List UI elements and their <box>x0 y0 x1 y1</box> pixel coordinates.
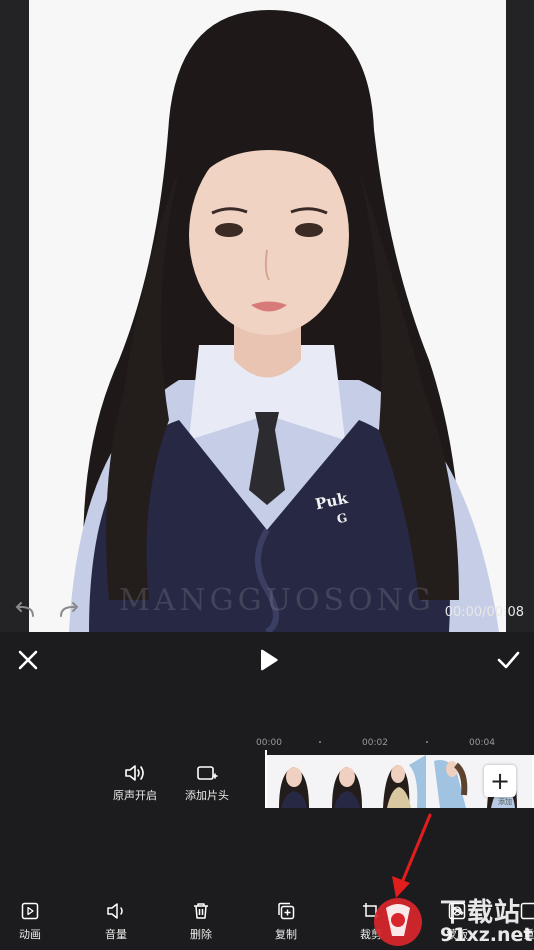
portrait-photo: Puk G MANGGUOSONG <box>29 0 506 632</box>
check-icon[interactable] <box>496 648 520 672</box>
tool-label: 音量 <box>105 928 127 941</box>
ruler-label: 00:02 <box>362 738 388 748</box>
play-icon[interactable] <box>256 648 280 672</box>
tool-copy[interactable]: 复制 <box>262 902 310 942</box>
clip-thumbnail <box>267 755 320 808</box>
add-intro-button[interactable]: 添加片头 <box>177 764 237 803</box>
clip-thumbnail <box>373 755 426 808</box>
tool-label: 复制 <box>275 928 297 941</box>
add-intro-icon <box>197 766 218 780</box>
copy-icon <box>278 902 295 920</box>
close-icon[interactable] <box>16 648 40 672</box>
side-tool-label: 添加片头 <box>185 789 229 802</box>
redo-icon[interactable] <box>57 600 81 620</box>
clip-thumbnail <box>320 755 373 808</box>
side-tool-label: 原声开启 <box>113 789 157 802</box>
undo-icon[interactable] <box>13 600 37 620</box>
site-logo-url: 91xz.net <box>440 924 533 946</box>
clip-thumbnail <box>426 755 479 808</box>
trash-icon <box>194 903 208 919</box>
add-clip-caption: 添加 <box>498 798 512 806</box>
tool-label: 动画 <box>19 928 41 941</box>
tool-animation[interactable]: 动画 <box>6 902 54 942</box>
timecode: 00:00/00:08 <box>444 605 524 620</box>
animation-icon <box>21 902 39 920</box>
ruler-tick <box>319 741 321 743</box>
image-watermark: MANGGUOSONG <box>119 583 435 618</box>
tool-label: 删除 <box>190 928 212 941</box>
add-clip-button[interactable]: + <box>484 765 516 797</box>
ruler-tick <box>426 741 428 743</box>
video-preview: Puk G MANGGUOSONG 00:00/00:08 <box>0 0 534 632</box>
ruler-label: 00:00 <box>256 738 282 748</box>
tool-volume[interactable]: 音量 <box>92 902 140 942</box>
tool-delete[interactable]: 删除 <box>177 902 225 942</box>
speaker-icon <box>125 765 144 781</box>
ruler-label: 00:04 <box>469 738 495 748</box>
volume-icon <box>107 903 123 919</box>
shirt-print: Puk G <box>313 489 350 527</box>
original-sound-toggle[interactable]: 原声开启 <box>105 764 165 803</box>
playhead[interactable] <box>265 750 267 808</box>
